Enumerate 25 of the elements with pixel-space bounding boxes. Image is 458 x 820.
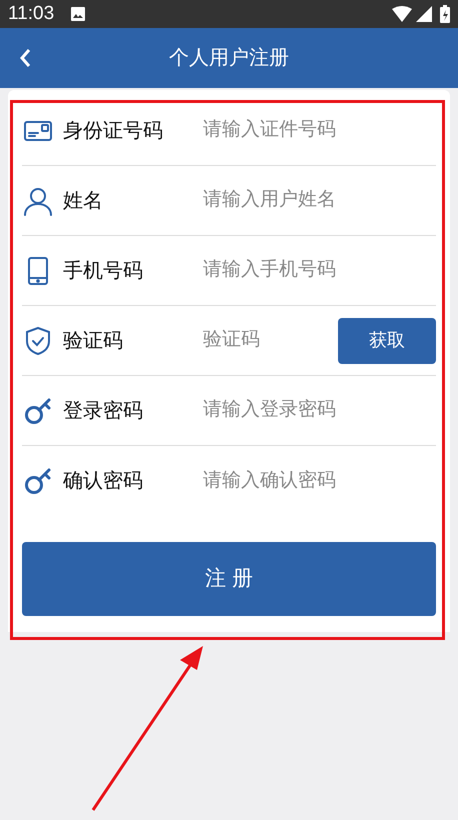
field-label: 身份证号码 [63, 118, 164, 144]
input-field[interactable]: 请输入用户姓名 [203, 186, 436, 215]
back-icon[interactable] [18, 47, 32, 69]
shield-check-icon [23, 326, 53, 356]
input-field[interactable]: 请输入证件号码 [203, 116, 436, 145]
register-button[interactable]: 注 册 [22, 542, 436, 616]
image-icon [70, 6, 86, 22]
field-label: 登录密码 [63, 398, 144, 424]
status-time: 11:03 [8, 2, 54, 26]
key-icon [23, 466, 53, 496]
battery-icon [440, 5, 450, 23]
input-field[interactable]: 请输入手机号码 [203, 256, 436, 285]
input-field[interactable]: 请输入确认密码 [203, 466, 436, 496]
field-label: 验证码 [63, 328, 124, 354]
key-icon [23, 396, 53, 426]
input-field[interactable]: 验证码 [203, 326, 338, 355]
person-icon [23, 186, 53, 216]
field-label: 手机号码 [63, 258, 144, 284]
signal-icon [416, 6, 432, 22]
wifi-icon [392, 6, 412, 22]
input-field[interactable]: 请输入登录密码 [203, 396, 436, 425]
get-code-button[interactable]: 获取 [338, 318, 436, 364]
field-label: 姓名 [63, 188, 104, 214]
field-label: 确认密码 [63, 469, 144, 494]
page-title: 个人用户注册 [169, 46, 289, 71]
